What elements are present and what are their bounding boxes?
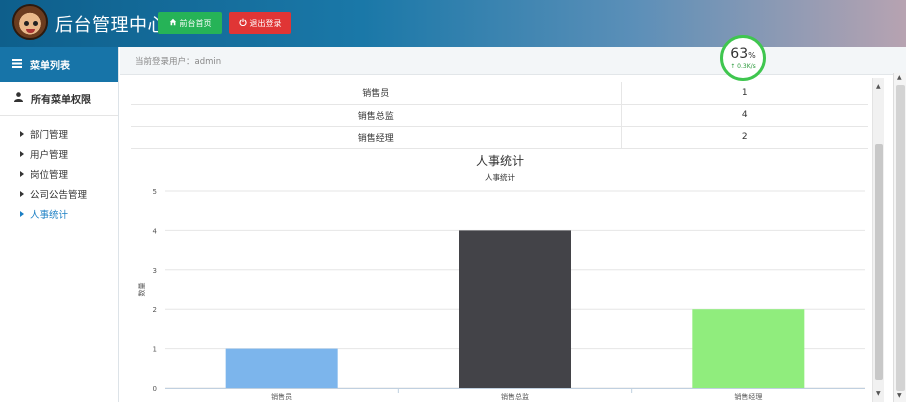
logout-button[interactable]: 退出登录 [229,12,291,34]
home-button[interactable]: 前台首页 [158,12,222,34]
table-cell-role: 销售总监 [131,104,622,127]
table-cell-role: 销售经理 [131,126,622,149]
sidebar-item-label: 岗位管理 [30,170,69,181]
logo-avatar [12,4,48,40]
current-user-text: 当前登录用户：admin [135,56,222,67]
x-tick-label: 销售员 [271,392,292,401]
sidebar-menu: 部门管理 用户管理 岗位管理 公司公告管理 人事统计 [0,116,118,224]
content-scrollbar[interactable]: ▲ ▼ [872,78,884,402]
power-icon [238,18,247,28]
bar-chart: 0 1 2 3 4 5 数量销售员 销售总监 销售经理 [137,188,865,401]
caret-right-icon [20,191,24,197]
y-tick-label: 3 [153,267,157,275]
y-tick-label: 5 [153,188,157,196]
page-scrollbar-thumb[interactable] [896,85,905,391]
sidebar-item-label: 公司公告管理 [30,190,88,201]
app-title: 后台管理中心 [55,15,166,36]
y-axis-label: 数量 [137,283,146,297]
caret-right-icon [20,211,24,217]
menu-list-header[interactable]: 菜单列表 [0,47,118,82]
bar [692,309,805,388]
permission-header[interactable]: 所有菜单权限 [0,82,118,116]
list-icon [12,58,22,71]
sidebar-item-users[interactable]: 用户管理 [0,144,118,164]
scroll-down-icon[interactable]: ▼ [876,391,881,397]
gauge-rate: ↑ 0.3K/s [730,62,756,70]
bar [459,230,571,388]
bar [225,348,338,388]
menu-list-title: 菜单列表 [30,61,70,72]
table-cell-count: 2 [621,126,868,149]
role-count-table: 销售员 1 销售总监 4 销售经理 2 [131,82,868,149]
top-header: 后台管理中心 前台首页 退出登录 [0,0,906,47]
content-scrollbar-thumb[interactable] [875,144,883,380]
network-gauge[interactable]: 63% ↑ 0.3K/s [720,35,766,81]
sidebar-item-label: 用户管理 [30,150,69,161]
scroll-up-icon[interactable]: ▲ [876,84,881,90]
y-tick-label: 0 [153,385,157,393]
x-tick-label: 销售总监 [501,392,529,401]
home-icon [169,18,177,28]
sidebar-item-label: 部门管理 [30,130,69,141]
sidebar-item-hr-statistics[interactable]: 人事统计 [0,204,118,224]
caret-right-icon [20,131,24,137]
table-row: 销售经理 2 [131,126,868,149]
user-icon [14,92,23,105]
chart-title: 人事统计 [475,154,524,168]
sidebar-item-department[interactable]: 部门管理 [0,124,118,144]
sidebar-item-label: 人事统计 [30,210,69,221]
scroll-down-icon[interactable]: ▼ [897,393,902,399]
y-tick-label: 1 [153,346,157,354]
permission-title: 所有菜单权限 [31,95,91,106]
caret-right-icon [20,151,24,157]
breadcrumb: 当前登录用户：admin [120,47,906,75]
y-tick-label: 4 [153,227,158,235]
page-scrollbar[interactable]: ▲ ▼ [893,73,906,402]
sidebar-item-announcements[interactable]: 公司公告管理 [0,184,118,204]
main-content: 销售员 1 销售总监 4 销售经理 2 人事统计 人事统计 0 1 2 3 4 5 数量 销售… [120,76,872,402]
table-row: 销售员 1 [131,82,868,105]
gauge-percent: 63% [730,45,756,62]
table-cell-role: 销售员 [131,82,622,105]
sidebar-item-positions[interactable]: 岗位管理 [0,164,118,184]
sidebar: 菜单列表 所有菜单权限 部门管理 用户管理 岗位管理 公司公告管理 人事统计 [0,47,119,402]
home-button-label: 前台首页 [179,18,212,28]
x-tick-label: 销售经理 [734,392,762,401]
scroll-up-icon[interactable]: ▲ [897,75,902,81]
caret-right-icon [20,171,24,177]
logout-button-label: 退出登录 [249,18,282,28]
table-cell-count: 4 [621,104,868,127]
y-tick-label: 2 [153,306,157,314]
table-cell-count: 1 [621,82,868,105]
table-row: 销售总监 4 [131,104,868,127]
